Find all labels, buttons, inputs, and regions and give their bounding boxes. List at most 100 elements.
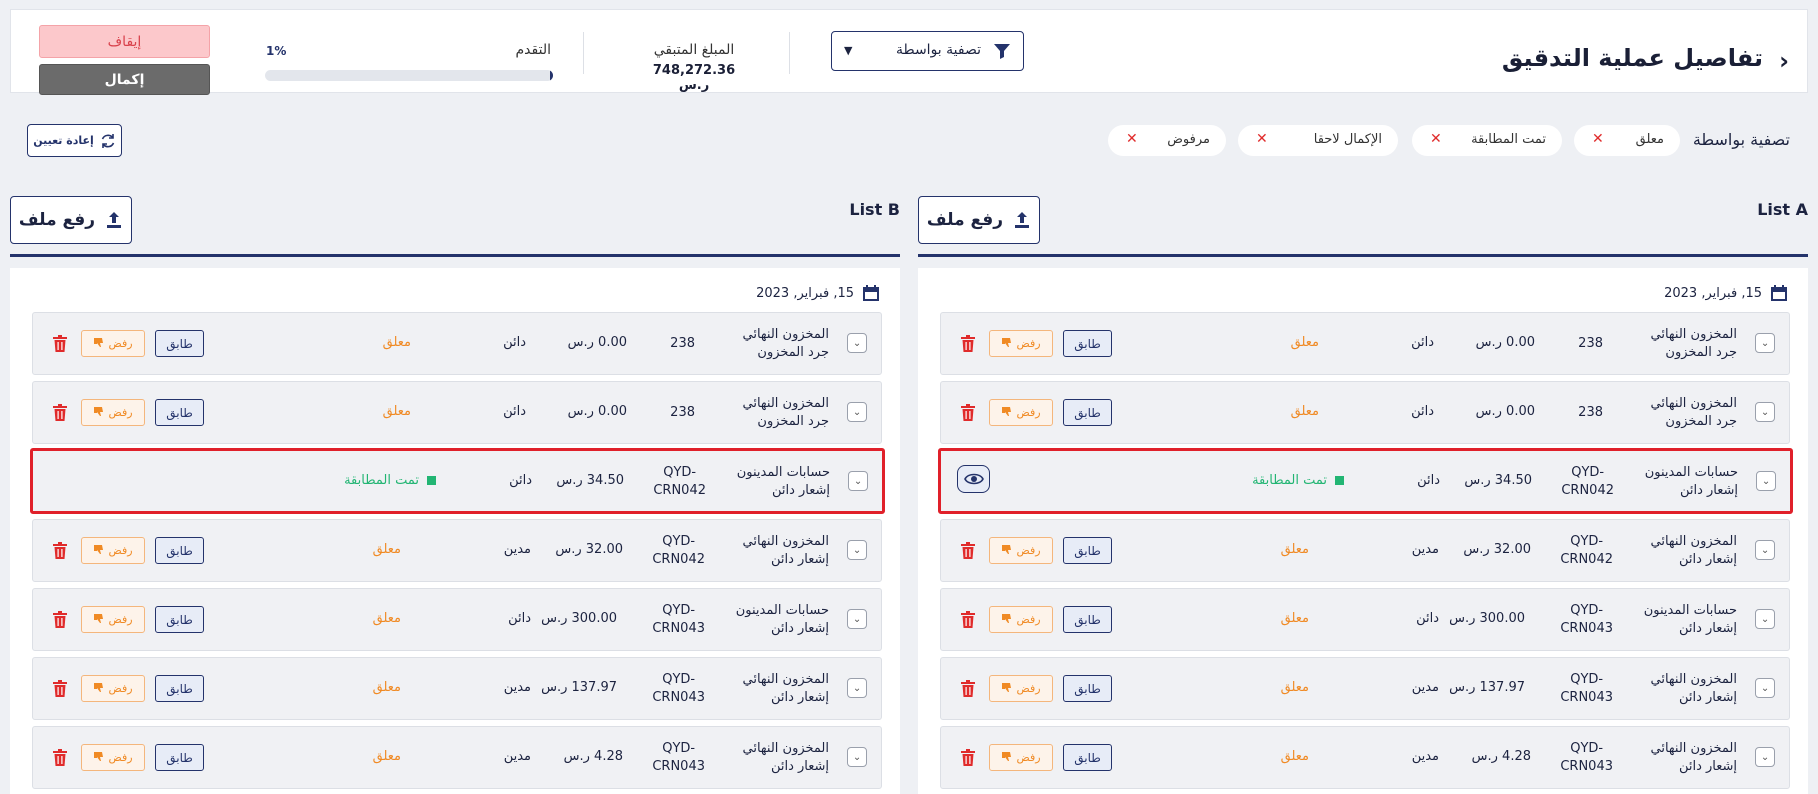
match-button[interactable]: طابق [155,330,204,357]
row-entry-type: مدين [503,749,531,764]
row-amount: 0.00 ر.س [567,404,627,419]
date-header: 15, فبراير, 2023 [1664,284,1788,302]
row-account: المخزون النهائي إشعار دائن [1650,740,1737,776]
status-badge: معلق [1280,611,1309,626]
reject-button[interactable]: رفض [81,606,145,633]
row-account-name: المخزون النهائي [1650,741,1737,756]
upload-file-button[interactable]: رفع ملف [10,196,132,244]
match-button[interactable]: طابق [1063,606,1112,633]
trash-icon[interactable] [961,749,975,766]
trash-icon[interactable] [961,404,975,421]
reset-button[interactable]: إعادة تعيين [27,124,122,157]
date-text: 15, فبراير, 2023 [1664,285,1762,301]
reject-button[interactable]: رفض [989,606,1053,633]
chevron-down-icon[interactable]: ⌄ [1755,747,1775,767]
reject-button[interactable]: رفض [81,675,145,702]
match-button[interactable]: طابق [155,675,204,702]
close-icon[interactable]: ✕ [1430,131,1442,147]
chevron-down-icon[interactable]: ⌄ [847,333,867,353]
complete-button[interactable]: إكمال [39,64,210,95]
match-button[interactable]: طابق [1063,744,1112,771]
trash-icon[interactable] [53,335,67,352]
chevron-down-icon[interactable]: ⌄ [1755,333,1775,353]
reject-button[interactable]: رفض [989,537,1053,564]
trash-icon[interactable] [53,680,67,697]
row-account-name: المخزون النهائي [742,534,829,549]
trash-icon[interactable] [53,611,67,628]
close-icon[interactable]: ✕ [1256,131,1268,147]
row-account: المخزون النهائي جرد المخزون [742,326,829,362]
reject-button[interactable]: رفض [989,675,1053,702]
row-account-subtitle: إشعار دائن [1679,483,1738,498]
reject-button[interactable]: رفض [989,744,1053,771]
trash-icon[interactable] [961,611,975,628]
thumbs-down-icon [1001,613,1012,627]
list-b-divider [10,254,900,257]
reject-button[interactable]: رفض [989,330,1053,357]
row-account: المخزون النهائي إشعار دائن [742,740,829,776]
chevron-down-icon[interactable]: ⌄ [847,540,867,560]
match-button[interactable]: طابق [1063,537,1112,564]
reject-button[interactable]: رفض [81,537,145,564]
remaining-amount-label: المبلغ المتبقي [653,42,735,58]
row-account: حسابات المدينون إشعار دائن [736,602,829,638]
close-icon[interactable]: ✕ [1592,131,1604,147]
row-account-subtitle: إشعار دائن [1678,759,1737,774]
match-button[interactable]: طابق [1063,399,1112,426]
trash-icon[interactable] [961,335,975,352]
view-button[interactable] [957,465,990,493]
trash-icon[interactable] [53,542,67,559]
chevron-down-icon[interactable]: ⌄ [1755,609,1775,629]
reject-button[interactable]: رفض [81,744,145,771]
match-button[interactable]: طابق [1063,675,1112,702]
chevron-down-icon[interactable]: ⌄ [1756,471,1776,491]
divider [789,32,790,74]
match-button[interactable]: طابق [1063,330,1112,357]
close-icon[interactable]: ✕ [1126,131,1138,147]
chevron-down-icon[interactable]: ⌄ [847,402,867,422]
list-a-panel: 15, فبراير, 2023 ⌄ المخزون النهائي جرد الم… [918,268,1808,794]
stop-button[interactable]: إيقاف [39,25,210,58]
row-reference: QYD- CRN042 [1561,465,1614,498]
list-row: ⌄ حسابات المدينون إشعار دائن QYD- CRN043 300… [32,588,882,651]
reject-button[interactable]: رفض [989,399,1053,426]
reject-label: رفض [1016,406,1041,419]
trash-icon[interactable] [961,680,975,697]
filter-dropdown[interactable]: تصفية بواسطة ▼ [831,31,1024,71]
row-amount: 137.97 ر.س [541,680,617,695]
match-button[interactable]: طابق [155,744,204,771]
match-button[interactable]: طابق [155,399,204,426]
reject-button[interactable]: رفض [81,399,145,426]
trash-icon[interactable] [53,749,67,766]
chevron-down-icon[interactable]: ⌄ [848,471,868,491]
chevron-down-icon[interactable]: ⌄ [847,678,867,698]
reject-button[interactable]: رفض [81,330,145,357]
row-amount: 300.00 ر.س [541,611,617,626]
chevron-down-icon[interactable]: ⌄ [1755,402,1775,422]
back-chevron-icon[interactable]: ‹ [1779,47,1789,75]
reject-label: رفض [108,406,133,419]
trash-icon[interactable] [53,404,67,421]
status-badge: معلق [372,611,401,626]
trash-icon[interactable] [961,542,975,559]
row-entry-type: دائن [1411,404,1434,419]
upload-label: رفع ملف [926,210,1004,230]
list-a-divider [918,254,1808,257]
filter-chip-matched: تمت المطابقة ✕ [1412,125,1562,156]
match-button[interactable]: طابق [155,537,204,564]
row-reference: 238 [670,405,695,420]
match-button[interactable]: طابق [155,606,204,633]
upload-file-button[interactable]: رفع ملف [918,196,1040,244]
row-amount: 0.00 ر.س [567,335,627,350]
row-account: حسابات المدينون إشعار دائن [1645,464,1738,500]
upload-icon [1015,212,1030,228]
row-entry-type: دائن [1417,473,1440,488]
status-badge: معلق [1280,542,1309,557]
chevron-down-icon[interactable]: ⌄ [847,609,867,629]
row-reference: QYD- CRN043 [652,603,705,636]
row-reference: 238 [1578,336,1603,351]
chevron-down-icon[interactable]: ⌄ [1755,540,1775,560]
chevron-down-icon[interactable]: ⌄ [1755,678,1775,698]
chevron-down-icon[interactable]: ⌄ [847,747,867,767]
row-account: المخزون النهائي إشعار دائن [1650,671,1737,707]
